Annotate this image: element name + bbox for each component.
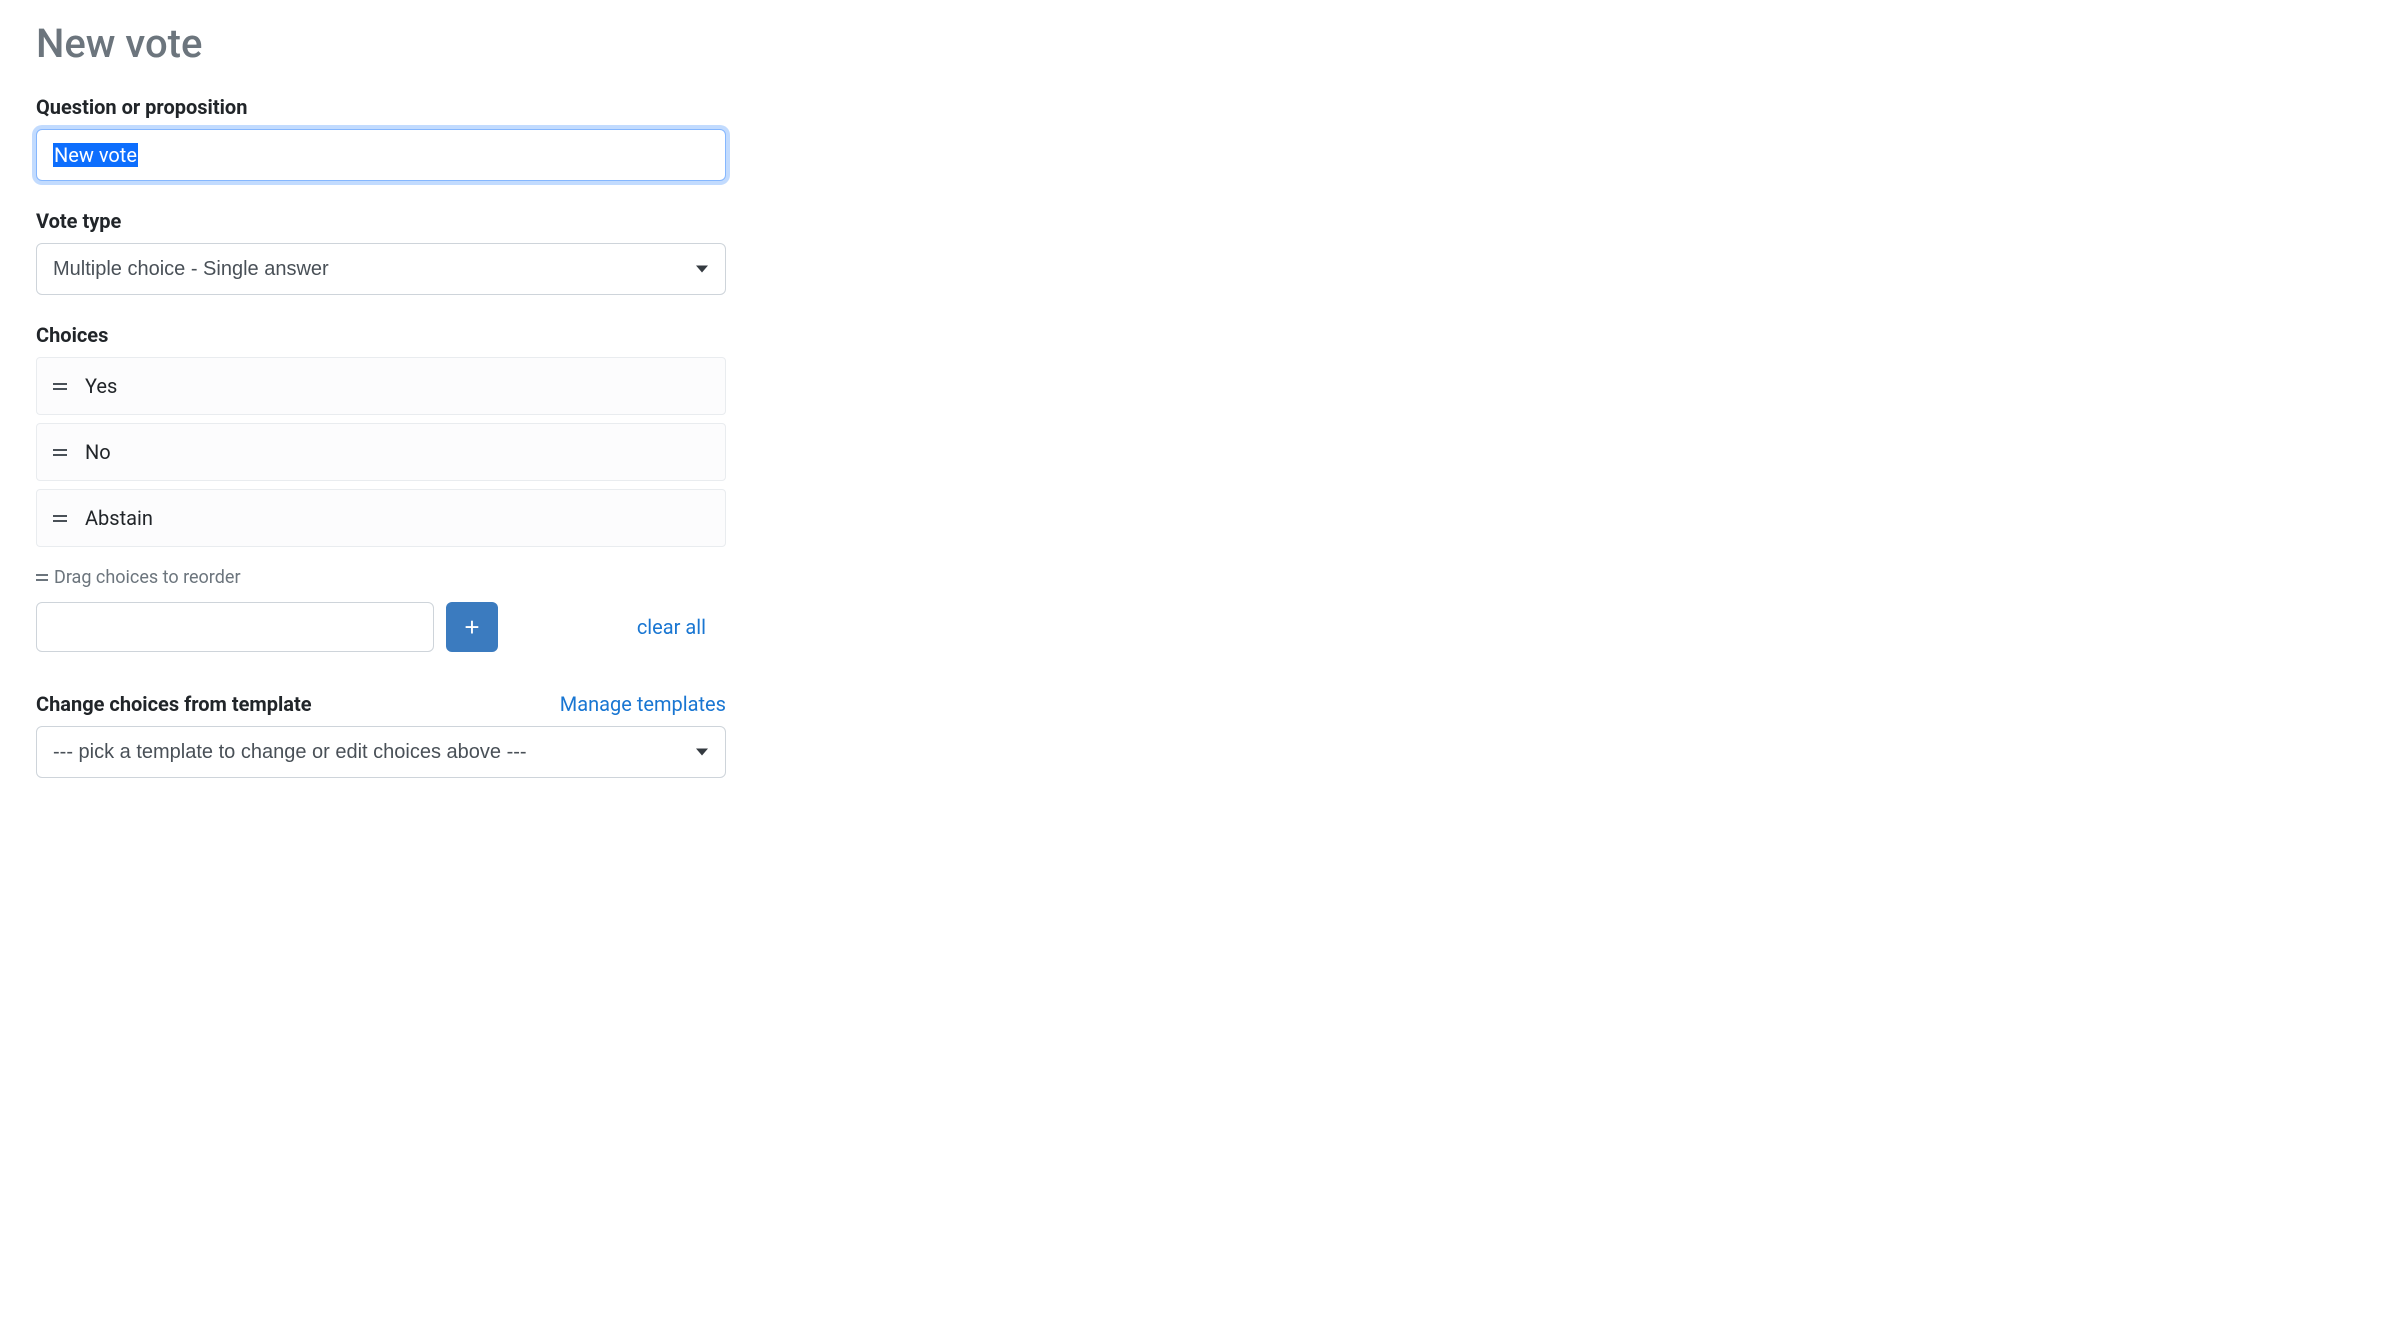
vote-type-select-wrapper: Multiple choice - Single answer: [36, 243, 726, 295]
plus-icon: +: [464, 612, 479, 643]
vote-type-group: Vote type Multiple choice - Single answe…: [36, 209, 726, 295]
choices-group: Choices Yes No Abstain Drag choices to r…: [36, 323, 726, 652]
question-group: Question or proposition New vote: [36, 95, 726, 181]
question-input-selection: New vote: [53, 143, 138, 167]
clear-all-link[interactable]: clear all: [637, 615, 706, 639]
new-choice-input[interactable]: [36, 602, 434, 652]
add-choice-button[interactable]: +: [446, 602, 498, 652]
choices-label: Choices: [36, 323, 726, 347]
add-choice-row: + clear all: [36, 602, 726, 652]
drag-handle-icon[interactable]: [53, 449, 67, 456]
template-select-wrapper: --- pick a template to change or edit ch…: [36, 726, 726, 778]
template-select[interactable]: --- pick a template to change or edit ch…: [36, 726, 726, 778]
vote-type-label: Vote type: [36, 209, 726, 233]
drag-handle-icon: [36, 574, 48, 581]
vote-type-select[interactable]: Multiple choice - Single answer: [36, 243, 726, 295]
drag-handle-icon[interactable]: [53, 515, 67, 522]
choice-text: No: [85, 440, 111, 464]
reorder-hint: Drag choices to reorder: [36, 567, 726, 588]
choice-item[interactable]: No: [36, 423, 726, 481]
page-title: New vote: [36, 20, 726, 67]
choice-text: Yes: [85, 374, 117, 398]
template-label: Change choices from template: [36, 692, 312, 716]
question-label: Question or proposition: [36, 95, 726, 119]
drag-handle-icon[interactable]: [53, 383, 67, 390]
choice-item[interactable]: Yes: [36, 357, 726, 415]
question-input[interactable]: New vote: [36, 129, 726, 181]
choice-item[interactable]: Abstain: [36, 489, 726, 547]
choice-text: Abstain: [85, 506, 153, 530]
template-header: Change choices from template Manage temp…: [36, 692, 726, 716]
manage-templates-link[interactable]: Manage templates: [560, 692, 726, 716]
reorder-hint-text: Drag choices to reorder: [54, 567, 241, 588]
